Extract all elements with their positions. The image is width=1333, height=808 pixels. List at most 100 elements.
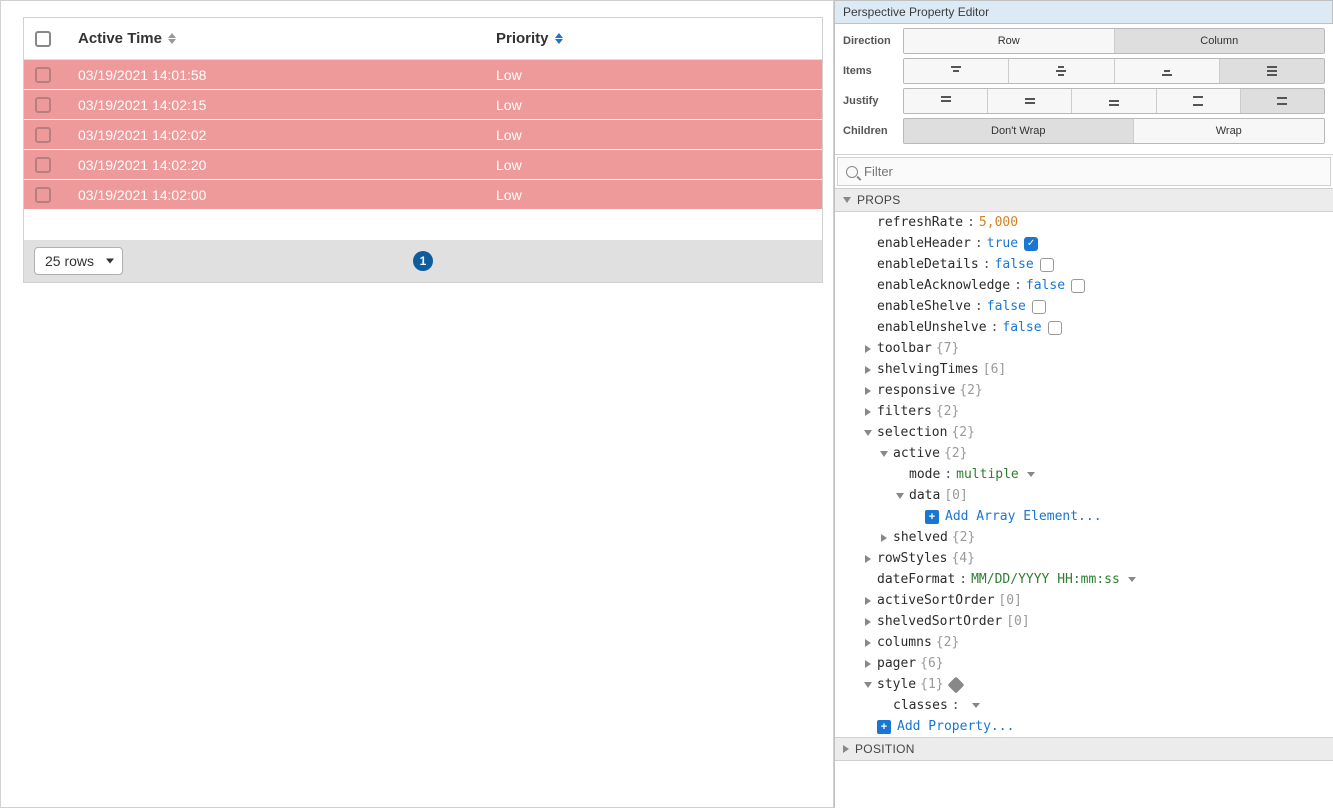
row-checkbox[interactable] (35, 67, 51, 83)
align-items-end-button[interactable] (1115, 59, 1220, 83)
filter-input[interactable] (864, 160, 1322, 183)
table-header: Active Time Priority (24, 18, 822, 60)
chevron-down-icon (880, 451, 888, 457)
toolbar-row-items: Items (843, 58, 1325, 84)
prop-mode[interactable]: mode : multiple (835, 464, 1333, 485)
toolbar-label: Children (843, 125, 899, 137)
chevron-down-icon[interactable] (972, 703, 980, 708)
chevron-down-icon[interactable] (1027, 472, 1035, 477)
prop-selection[interactable]: selection {2} (835, 422, 1333, 443)
prop-enable-details[interactable]: enableDetails : false (835, 254, 1333, 275)
expander-expanded (879, 451, 889, 457)
row-checkbox-cell (24, 157, 62, 173)
chevron-right-icon (865, 660, 871, 668)
prop-classes[interactable]: classes : (835, 695, 1333, 716)
chevron-down-icon[interactable] (1128, 577, 1136, 582)
editor-title: Perspective Property Editor (843, 5, 989, 19)
prop-shelving-times[interactable]: shelvingTimes [6] (835, 359, 1333, 380)
cell-priority: Low (496, 157, 776, 173)
chevron-right-icon (865, 639, 871, 647)
align-items-start-button[interactable] (904, 59, 1009, 83)
column-header-priority[interactable]: Priority (496, 30, 776, 47)
row-checkbox[interactable] (35, 127, 51, 143)
align-items-center-button[interactable] (1009, 59, 1114, 83)
expander-collapsed (863, 618, 873, 626)
direction-row-button[interactable]: Row (904, 29, 1115, 53)
section-label: POSITION (855, 742, 915, 756)
select-all-checkbox[interactable] (35, 31, 51, 47)
chevron-right-icon (865, 555, 871, 563)
checkbox-unchecked-icon[interactable] (1048, 321, 1062, 335)
chevron-down-icon (843, 197, 851, 203)
style-class-icon[interactable] (947, 676, 964, 693)
prop-date-format[interactable]: dateFormat : MM/DD/YYYY HH:mm:ss (835, 569, 1333, 590)
prop-enable-unshelve[interactable]: enableUnshelve : false (835, 317, 1333, 338)
page-number-badge[interactable]: 1 (413, 251, 433, 271)
row-checkbox[interactable] (35, 187, 51, 203)
justify-center-icon (1022, 95, 1038, 107)
cell-priority: Low (496, 127, 776, 143)
align-start-icon (948, 65, 964, 77)
chevron-right-icon (865, 366, 871, 374)
table-row[interactable]: 03/19/2021 14:02:15 Low (24, 90, 822, 120)
plus-icon: + (877, 720, 891, 734)
checkbox-checked-icon[interactable]: ✓ (1024, 237, 1038, 251)
prop-shelved-sort-order[interactable]: shelvedSortOrder [0] (835, 611, 1333, 632)
prop-filters[interactable]: filters {2} (835, 401, 1333, 422)
column-header-active-time[interactable]: Active Time (62, 30, 496, 47)
row-checkbox[interactable] (35, 157, 51, 173)
justify-between-icon (1190, 95, 1206, 107)
chevron-right-icon (865, 618, 871, 626)
prop-row-styles[interactable]: rowStyles {4} (835, 548, 1333, 569)
prop-active[interactable]: active {2} (835, 443, 1333, 464)
table-row[interactable]: 03/19/2021 14:02:20 Low (24, 150, 822, 180)
add-array-element[interactable]: + Add Array Element... (835, 506, 1333, 527)
cell-priority: Low (496, 67, 776, 83)
chevron-right-icon (843, 745, 849, 753)
prop-enable-shelve[interactable]: enableShelve : false (835, 296, 1333, 317)
justify-around-icon (1274, 95, 1290, 107)
direction-column-button[interactable]: Column (1115, 29, 1325, 53)
section-header-props[interactable]: PROPS (835, 188, 1333, 212)
row-checkbox-cell (24, 67, 62, 83)
justify-end-icon (1106, 95, 1122, 107)
children-wrap-group: Don't Wrap Wrap (903, 118, 1325, 144)
checkbox-unchecked-icon[interactable] (1071, 279, 1085, 293)
prop-active-sort-order[interactable]: activeSortOrder [0] (835, 590, 1333, 611)
expander-collapsed (879, 534, 889, 542)
rows-per-page-label: 25 rows (45, 253, 94, 269)
add-property[interactable]: + Add Property... (835, 716, 1333, 737)
justify-around-button[interactable] (1241, 89, 1324, 113)
prop-columns[interactable]: columns {2} (835, 632, 1333, 653)
dont-wrap-button[interactable]: Don't Wrap (904, 119, 1134, 143)
table-row[interactable]: 03/19/2021 14:02:00 Low (24, 180, 822, 210)
justify-end-button[interactable] (1072, 89, 1156, 113)
checkbox-unchecked-icon[interactable] (1040, 258, 1054, 272)
chevron-right-icon (865, 387, 871, 395)
justify-between-button[interactable] (1157, 89, 1241, 113)
justify-start-button[interactable] (904, 89, 988, 113)
table-row[interactable]: 03/19/2021 14:02:02 Low (24, 120, 822, 150)
prop-pager[interactable]: pager {6} (835, 653, 1333, 674)
row-checkbox[interactable] (35, 97, 51, 113)
column-header-label: Priority (496, 30, 549, 47)
checkbox-unchecked-icon[interactable] (1032, 300, 1046, 314)
expander-collapsed (863, 366, 873, 374)
prop-data[interactable]: data [0] (835, 485, 1333, 506)
align-items-stretch-button[interactable] (1220, 59, 1324, 83)
prop-enable-acknowledge[interactable]: enableAcknowledge : false (835, 275, 1333, 296)
prop-enable-header[interactable]: enableHeader : true ✓ (835, 233, 1333, 254)
align-end-icon (1159, 65, 1175, 77)
left-panel: Active Time Priority 03/19/2021 14:01:58… (0, 0, 834, 808)
prop-style[interactable]: style {1} (835, 674, 1333, 695)
items-align-group (903, 58, 1325, 84)
justify-center-button[interactable] (988, 89, 1072, 113)
prop-refresh-rate[interactable]: refreshRate : 5,000 (835, 212, 1333, 233)
wrap-button[interactable]: Wrap (1134, 119, 1324, 143)
prop-toolbar[interactable]: toolbar {7} (835, 338, 1333, 359)
table-row[interactable]: 03/19/2021 14:01:58 Low (24, 60, 822, 90)
section-header-position[interactable]: POSITION (835, 737, 1333, 761)
rows-per-page-select[interactable]: 25 rows (34, 247, 123, 275)
prop-responsive[interactable]: responsive {2} (835, 380, 1333, 401)
prop-shelved[interactable]: shelved {2} (835, 527, 1333, 548)
